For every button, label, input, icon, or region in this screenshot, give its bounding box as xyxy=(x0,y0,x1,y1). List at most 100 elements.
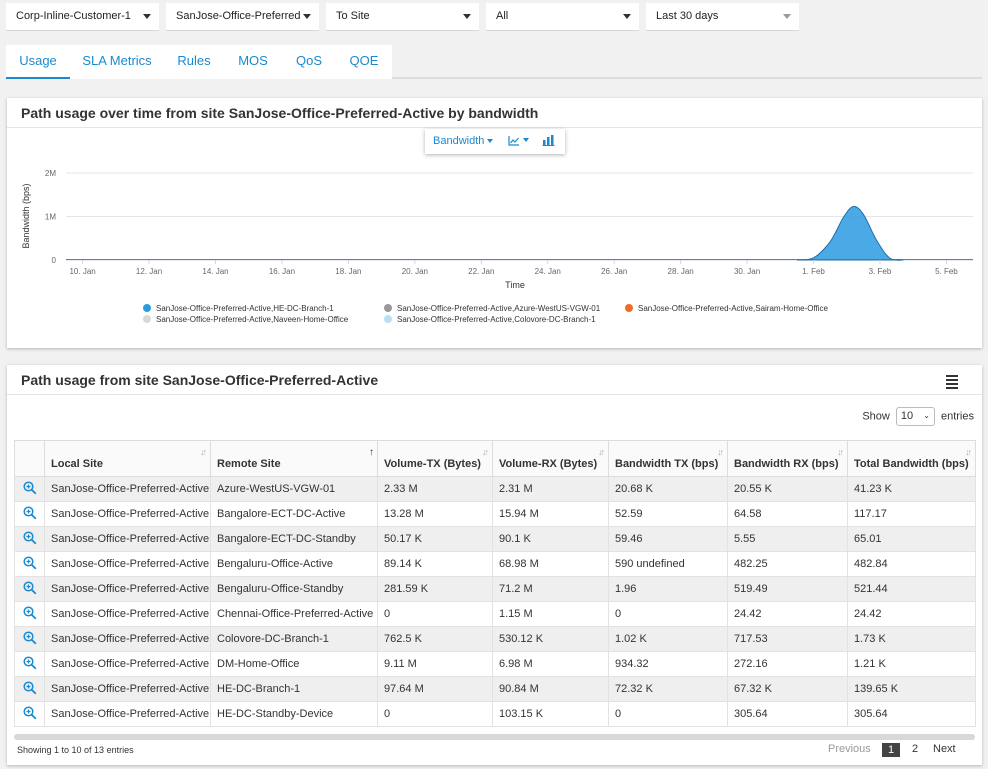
column-header-volume-rx[interactable]: Volume-RX (Bytes) ↓↑ xyxy=(492,440,609,477)
table-cell: Bangalore-ECT-DC-Standby xyxy=(210,526,378,552)
sort-ascending-icon: ↑ xyxy=(369,447,374,458)
column-header-total-bandwidth[interactable]: Total Bandwidth (bps) ↓↑ xyxy=(847,440,976,477)
table-row: SanJose-Office-Preferred-Active Bengaluru… xyxy=(14,576,976,602)
metric-dropdown[interactable]: Bandwidth xyxy=(433,135,494,147)
legend-dot-icon xyxy=(384,315,392,323)
column-header-action xyxy=(14,440,45,477)
bar-chart-icon xyxy=(542,135,555,146)
table-cell: 50.17 K xyxy=(377,526,493,552)
column-header-remote-site[interactable]: Remote Site ↑ xyxy=(210,440,378,477)
table-cell: 68.98 M xyxy=(492,551,609,577)
column-label: Volume-TX (Bytes) xyxy=(384,458,481,470)
table-cell: 5.55 xyxy=(727,526,848,552)
table-cell: 59.46 xyxy=(608,526,728,552)
table-cell: SanJose-Office-Preferred-Active xyxy=(44,576,211,602)
menu-icon[interactable] xyxy=(946,375,958,391)
table-cell: 0 xyxy=(608,601,728,627)
next-page-button[interactable]: Next xyxy=(933,743,956,755)
table-cell: 41.23 K xyxy=(847,476,976,502)
time-range-select[interactable]: Last 30 days xyxy=(646,3,799,31)
table-cell: 305.64 xyxy=(727,701,848,727)
column-header-bandwidth-tx[interactable]: Bandwidth TX (bps) ↓↑ xyxy=(608,440,728,477)
series-area-0[interactable] xyxy=(796,205,904,261)
legend-label: SanJose-Office-Preferred-Active,Colovore… xyxy=(397,315,596,324)
tab-qos[interactable]: QoS xyxy=(282,45,336,79)
horizontal-scrollbar[interactable] xyxy=(14,734,975,740)
table-cell: SanJose-Office-Preferred-Active xyxy=(44,701,211,727)
site-select[interactable]: SanJose-Office-Preferred xyxy=(166,3,319,31)
chart-toolbar: Bandwidth xyxy=(425,129,565,154)
table-cell: 530.12 K xyxy=(492,626,609,652)
x-tick-label: 16. Jan xyxy=(269,267,295,276)
tab-sla-metrics[interactable]: SLA Metrics xyxy=(70,45,164,79)
customer-select[interactable]: Corp-Inline-Customer-1 xyxy=(6,3,159,31)
page-size-select[interactable]: 10 ⌄ xyxy=(895,407,935,426)
chevron-down-icon xyxy=(463,14,471,19)
zoom-in-icon[interactable] xyxy=(23,530,44,548)
legend-dot-icon xyxy=(625,304,633,312)
row-action-cell xyxy=(14,626,45,652)
table-cell: 934.32 xyxy=(608,651,728,677)
column-label: Bandwidth TX (bps) xyxy=(615,458,719,470)
legend-dot-icon xyxy=(143,304,151,312)
sort-icon: ↓↑ xyxy=(837,447,844,457)
zoom-in-icon[interactable] xyxy=(23,480,44,498)
tab-mos[interactable]: MOS xyxy=(224,45,282,79)
table-cell: 15.94 M xyxy=(492,501,609,527)
table-cell: 67.32 K xyxy=(727,676,848,702)
legend-item-colovore-dc-branch-1[interactable]: SanJose-Office-Preferred-Active,Colovore… xyxy=(384,315,596,324)
column-header-local-site[interactable]: Local Site ↓↑ xyxy=(44,440,211,477)
zoom-in-icon[interactable] xyxy=(23,630,44,648)
table-cell: 20.55 K xyxy=(727,476,848,502)
legend-item-naveen-home-office[interactable]: SanJose-Office-Preferred-Active,Naveen-H… xyxy=(143,315,348,324)
table-cell: 272.16 xyxy=(727,651,848,677)
table-cell: Bangalore-ECT-DC-Active xyxy=(210,501,378,527)
row-action-cell xyxy=(14,576,45,602)
zoom-in-icon[interactable] xyxy=(23,705,44,723)
table-row: SanJose-Office-Preferred-Active DM-Home-O… xyxy=(14,651,976,677)
legend-item-he-dc-branch-1[interactable]: SanJose-Office-Preferred-Active,HE-DC-Br… xyxy=(143,304,334,313)
table-cell: 24.42 xyxy=(727,601,848,627)
table-cell: SanJose-Office-Preferred-Active xyxy=(44,526,211,552)
page-1-button[interactable]: 1 xyxy=(882,743,901,757)
table-cell: 281.59 K xyxy=(377,576,493,602)
zoom-in-icon[interactable] xyxy=(23,680,44,698)
table-cell: 1.15 M xyxy=(492,601,609,627)
y-tick-label: 2M xyxy=(45,169,56,178)
column-header-volume-tx[interactable]: Volume-TX (Bytes) ↓↑ xyxy=(377,440,493,477)
direction-select[interactable]: To Site xyxy=(326,3,479,31)
row-action-cell xyxy=(14,476,45,502)
legend-item-sairam-home-office[interactable]: SanJose-Office-Preferred-Active,Sairam-H… xyxy=(625,304,828,313)
zoom-in-icon[interactable] xyxy=(23,655,44,673)
chevron-down-icon xyxy=(303,14,311,19)
scope-select[interactable]: All xyxy=(486,3,639,31)
table-row: SanJose-Office-Preferred-Active Bengaluru… xyxy=(14,551,976,577)
row-action-cell xyxy=(14,676,45,702)
table-card-title: Path usage from site SanJose-Office-Pref… xyxy=(21,372,379,388)
tab-rules[interactable]: Rules xyxy=(164,45,224,79)
previous-page-button[interactable]: Previous xyxy=(828,743,871,755)
bar-chart-button[interactable] xyxy=(542,134,555,149)
x-tick-label: 18. Jan xyxy=(335,267,361,276)
y-axis-label: Bandwidth (bps) xyxy=(21,183,31,248)
row-action-cell xyxy=(14,501,45,527)
tab-usage[interactable]: Usage xyxy=(6,45,70,79)
zoom-in-icon[interactable] xyxy=(23,505,44,523)
chart-legend: SanJose-Office-Preferred-Active,HE-DC-Br… xyxy=(7,304,982,328)
table-info: Showing 1 to 10 of 13 entries xyxy=(17,745,134,755)
x-tick-label: 14. Jan xyxy=(202,267,228,276)
table-cell: 482.84 xyxy=(847,551,976,577)
zoom-in-icon[interactable] xyxy=(23,555,44,573)
chart-type-dropdown[interactable] xyxy=(508,134,529,146)
tab-qoe[interactable]: QOE xyxy=(336,45,392,79)
legend-item-azure-westus-vgw-01[interactable]: SanJose-Office-Preferred-Active,Azure-We… xyxy=(384,304,600,313)
zoom-in-icon[interactable] xyxy=(23,605,44,623)
table-cell: 89.14 K xyxy=(377,551,493,577)
column-header-bandwidth-rx[interactable]: Bandwidth RX (bps) ↓↑ xyxy=(727,440,848,477)
row-action-cell xyxy=(14,551,45,577)
page-2-button[interactable]: 2 xyxy=(912,743,918,755)
zoom-in-icon[interactable] xyxy=(23,580,44,598)
table-cell: 139.65 K xyxy=(847,676,976,702)
path-usage-table-card: Path usage from site SanJose-Office-Pref… xyxy=(7,365,982,765)
table-cell: 71.2 M xyxy=(492,576,609,602)
